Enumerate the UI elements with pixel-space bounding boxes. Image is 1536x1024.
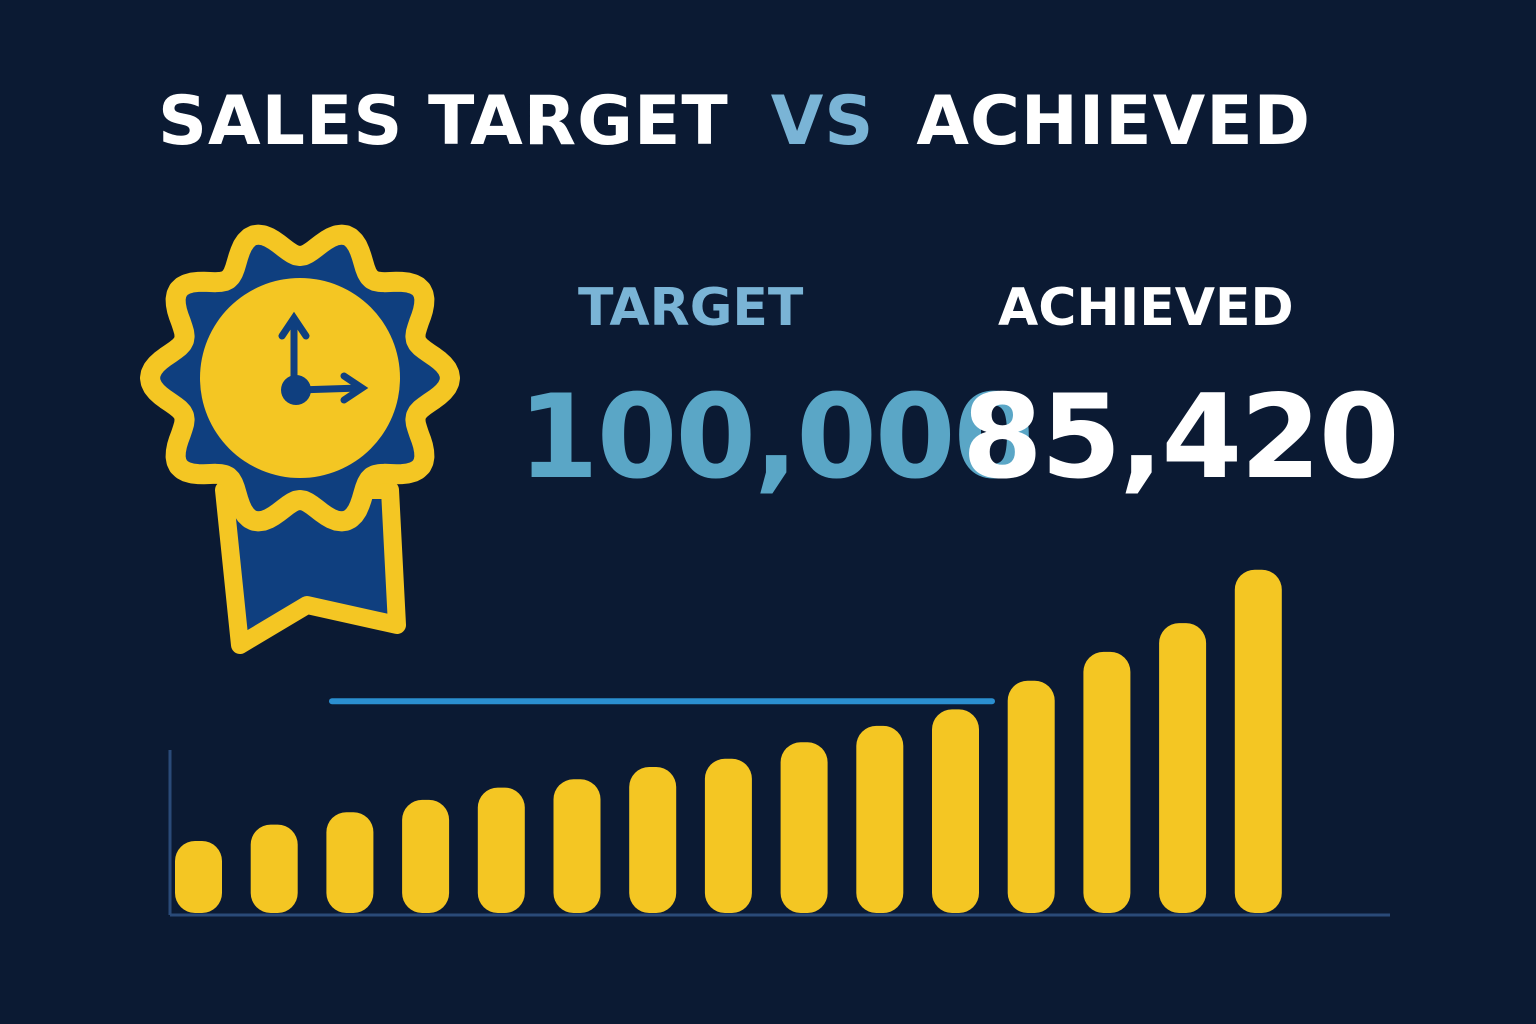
bar-10 xyxy=(856,725,904,913)
bar-14 xyxy=(1159,623,1207,913)
sales-bar-chart xyxy=(168,569,1390,917)
bar-5 xyxy=(477,787,525,913)
bar-8 xyxy=(704,758,752,913)
bar-7 xyxy=(629,767,677,913)
bar-13 xyxy=(1083,651,1131,913)
bar-3 xyxy=(326,812,374,913)
bar-2 xyxy=(250,824,298,913)
bar-15 xyxy=(1234,569,1282,913)
bar-4 xyxy=(402,799,450,913)
infographic: SALES TARGET VS ACHIEVED TARGET ACHIEVED 1… xyxy=(0,0,1536,1024)
bar-1 xyxy=(175,841,222,913)
bar-9 xyxy=(780,742,828,913)
bar-6 xyxy=(553,779,601,913)
bar-11 xyxy=(932,709,979,913)
bar-12 xyxy=(1007,680,1055,913)
